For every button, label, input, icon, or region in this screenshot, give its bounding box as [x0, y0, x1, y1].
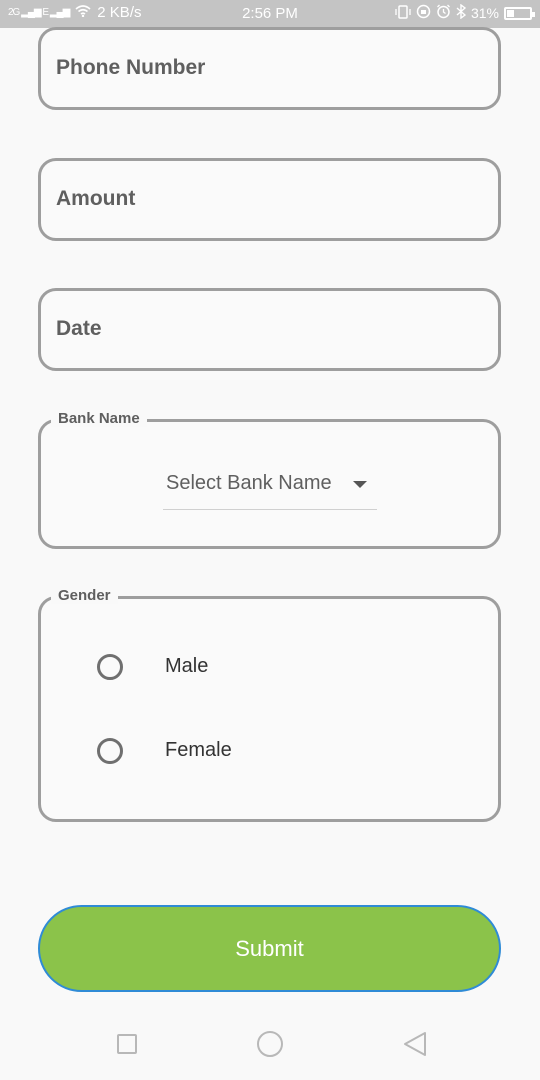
bluetooth-icon: [456, 3, 467, 22]
date-label: Date: [56, 317, 102, 340]
radio-female[interactable]: Female: [95, 737, 395, 767]
home-icon[interactable]: [257, 1031, 283, 1057]
amount-field[interactable]: Amount: [38, 158, 501, 241]
bank-name-legend: Bank Name: [51, 410, 147, 427]
bank-name-selected: Select Bank Name: [166, 472, 332, 494]
navigation-bar: [0, 1010, 540, 1080]
gender-group: Gender Male Female: [38, 587, 501, 822]
bank-name-dropdown[interactable]: Select Bank Name: [163, 468, 377, 510]
recent-apps-icon[interactable]: [117, 1034, 137, 1054]
chevron-down-icon: [353, 481, 367, 488]
submit-button[interactable]: Submit: [38, 905, 501, 992]
alarm-icon: [436, 4, 451, 22]
radio-circle-icon[interactable]: [97, 654, 123, 680]
gender-legend: Gender: [51, 587, 118, 604]
phone-number-label: Phone Number: [56, 56, 206, 79]
lock-rotation-icon: [416, 4, 431, 22]
battery-icon: [504, 6, 535, 20]
phone-number-field[interactable]: Phone Number: [38, 27, 501, 110]
radio-male[interactable]: Male: [95, 653, 395, 683]
radio-male-label: Male: [165, 655, 209, 677]
battery-percent: 31%: [470, 5, 499, 21]
date-field[interactable]: Date: [38, 288, 501, 371]
radio-female-label: Female: [165, 739, 232, 761]
radio-circle-icon[interactable]: [97, 738, 123, 764]
status-bar: 2G ▂▄▆ E ▂▄▆ 2 KB/s 2:56 PM 31%: [0, 0, 540, 28]
back-icon[interactable]: [402, 1030, 428, 1058]
bank-name-group: Bank Name Select Bank Name: [38, 410, 501, 549]
amount-label: Amount: [56, 187, 136, 210]
vibrate-icon: [395, 4, 411, 22]
status-right: 31%: [395, 3, 535, 22]
